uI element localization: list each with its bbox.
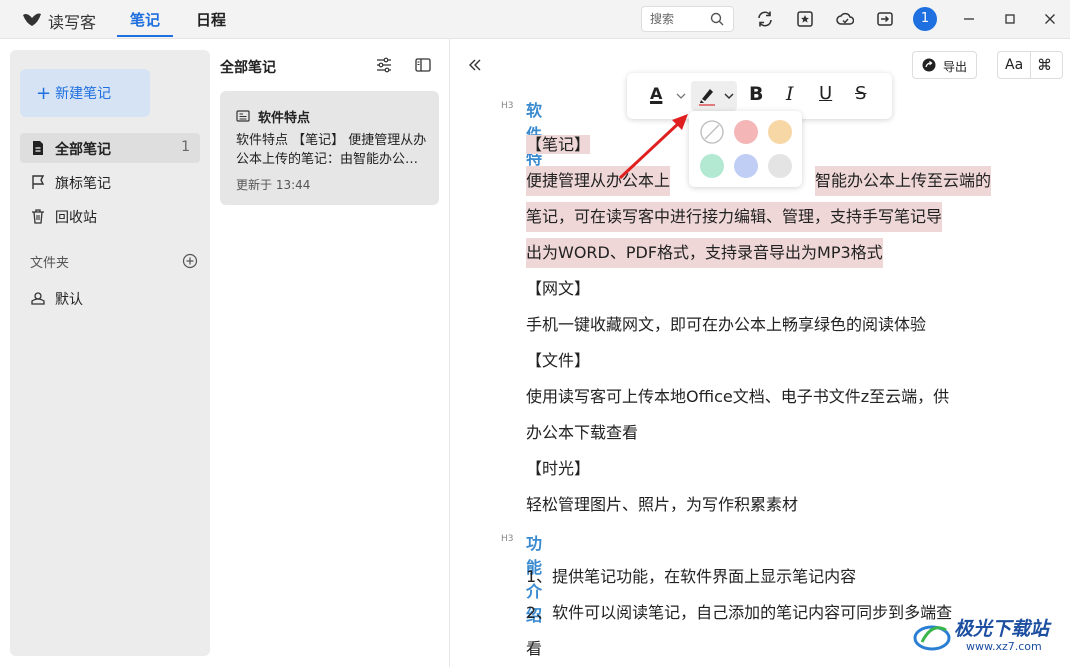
color-swatch-orange[interactable] [768, 120, 792, 144]
heading-level-tag: H3 [501, 534, 514, 544]
text-line[interactable]: 【文件】 [526, 346, 590, 376]
watermark-text: 极光下载站 [954, 618, 1050, 640]
divider [1030, 52, 1031, 78]
sync-icon[interactable] [756, 10, 774, 28]
highlight-button[interactable] [691, 81, 737, 111]
highlighter-icon [699, 89, 715, 106]
title-bar: 读写客 笔记 日程 1 [0, 0, 1070, 39]
text-line[interactable]: 看 [526, 634, 542, 664]
strikethrough-button[interactable]: S [855, 83, 866, 109]
sidebar-item-label: 全部笔记 [55, 142, 111, 158]
user-avatar[interactable]: 1 [913, 7, 937, 31]
text-line[interactable]: 【时光】 [526, 454, 590, 484]
note-updated-time: 更新于 13:44 [236, 178, 311, 192]
shortcut-button[interactable]: ⌘ [1037, 56, 1052, 74]
new-note-button[interactable]: + 新建笔记 [20, 69, 150, 117]
font-color-label: A [650, 84, 663, 103]
search-icon[interactable] [710, 12, 724, 26]
sidebar-item-all-notes[interactable]: 全部笔记 1 [20, 133, 200, 163]
document-icon [33, 141, 43, 155]
star-note-icon[interactable] [796, 10, 814, 28]
text-line[interactable]: 2、软件可以阅读笔记，自己添加的笔记内容可同步到多端查 [526, 598, 952, 628]
app-logo-icon [23, 13, 41, 26]
note-title: 软件特点 [258, 111, 311, 126]
text-line[interactable]: 1、提供笔记功能，在软件界面上显示笔记内容 [526, 562, 856, 592]
add-folder-icon[interactable] [182, 253, 198, 269]
export-icon [922, 58, 936, 72]
folder-section-header: 文件夹 [30, 256, 70, 271]
sidebar-item-label: 旗标笔记 [55, 176, 111, 192]
note-list-panel: 全部笔记 软件特点 软件特点 【笔记】 便捷管理从办公本上传的笔记：由智能办公本… [210, 38, 450, 667]
no-color-swatch[interactable] [700, 120, 724, 144]
watermark: 极光下载站 www.xz7.com [912, 614, 1062, 658]
note-type-icon [236, 110, 250, 122]
sidebar: + 新建笔记 全部笔记 1 旗标笔记 回收站 文件夹 默认 [10, 50, 210, 656]
filter-settings-icon[interactable] [375, 56, 393, 74]
folder-item-default[interactable]: 默认 [20, 283, 200, 313]
italic-button[interactable]: I [786, 83, 794, 109]
close-icon[interactable] [1041, 10, 1059, 28]
chevron-down-icon [724, 93, 734, 100]
note-card[interactable]: 软件特点 软件特点 【笔记】 便捷管理从办公本上传的笔记：由智能办公本上传至云端… [220, 91, 439, 205]
tab-notes[interactable]: 笔记 [130, 9, 160, 30]
heading-level-tag: H3 [501, 101, 514, 111]
folder-user-icon [31, 292, 45, 305]
underline-button[interactable]: U [819, 83, 832, 109]
text-line[interactable]: 笔记，可在读写客中进行接力编辑、管理，支持手写笔记导 [526, 202, 943, 232]
flag-icon [32, 175, 45, 189]
trash-icon [32, 209, 44, 224]
font-size-button[interactable]: Aa [1005, 57, 1023, 73]
export-label: 导出 [943, 60, 968, 74]
watermark-url: www.xz7.com [966, 640, 1042, 653]
note-excerpt: 软件特点 【笔记】 便捷管理从办公本上传的笔记：由智能办公本上传至云端的笔记 [236, 133, 427, 167]
folder-label: 默认 [55, 292, 83, 308]
text-line[interactable]: 【网文】 [526, 274, 590, 304]
tab-schedule[interactable]: 日程 [196, 9, 226, 30]
text-line[interactable]: 使用读写客可上传本地Office文档、电子书文件z至云端，供 [526, 382, 949, 412]
sidebar-item-flagged[interactable]: 旗标笔记 [20, 167, 200, 197]
text-line[interactable]: 出为WORD、PDF格式，支持录音导出为MP3格式 [526, 238, 883, 268]
text-line[interactable]: 【笔记】 [526, 135, 591, 154]
chevron-down-icon[interactable] [675, 83, 687, 109]
import-icon[interactable] [876, 10, 894, 28]
font-color-button[interactable]: A [647, 83, 669, 109]
color-swatch-green[interactable] [700, 154, 724, 178]
text-line[interactable]: 办公本下载查看 [526, 418, 638, 448]
new-note-label: 新建笔记 [55, 86, 112, 102]
export-button[interactable]: 导出 [912, 51, 977, 79]
color-swatch-gray[interactable] [768, 154, 792, 178]
cloud-icon[interactable] [836, 10, 854, 28]
plus-icon: + [36, 83, 52, 104]
note-list-title: 全部笔记 [220, 60, 276, 76]
text-line[interactable]: 手机一键收藏网文，即可在办公本上畅享绿色的阅读体验 [526, 310, 926, 340]
search-box[interactable] [641, 6, 734, 32]
font-settings-group: Aa ⌘ [997, 51, 1063, 79]
bold-button[interactable]: B [749, 83, 763, 109]
active-tab-indicator [117, 35, 173, 37]
note-count: 1 [181, 139, 190, 155]
collapse-panel-icon[interactable] [466, 56, 484, 74]
text-line[interactable]: 智能办公本上传至云端的 [815, 166, 992, 196]
search-input[interactable] [650, 11, 706, 27]
text-line[interactable]: 便捷管理从办公本上 [526, 166, 671, 196]
sidebar-item-trash[interactable]: 回收站 [20, 201, 200, 231]
text-line[interactable]: 轻松管理图片、照片，为写作积累素材 [526, 490, 798, 520]
toggle-layout-icon[interactable] [414, 56, 432, 74]
color-swatch-red[interactable] [734, 120, 758, 144]
highlight-color-picker [689, 111, 802, 187]
watermark-logo-icon [913, 625, 951, 651]
app-name: 读写客 [48, 13, 97, 32]
sidebar-item-label: 回收站 [55, 210, 97, 226]
color-swatch-blue[interactable] [734, 154, 758, 178]
minimize-icon[interactable] [960, 10, 978, 28]
maximize-icon[interactable] [1001, 10, 1019, 28]
